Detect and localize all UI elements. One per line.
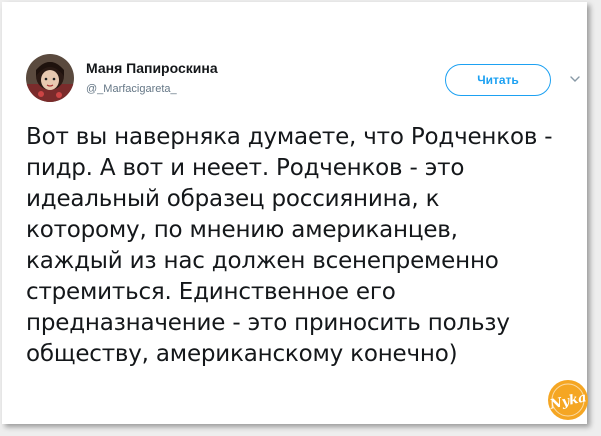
tweet-text-line: стремиться. Единственное его <box>26 279 396 305</box>
watermark-logo: Nyka <box>548 380 588 420</box>
tweet-text-line: предназначение - это приносить пользу <box>26 310 510 336</box>
author-handle[interactable]: @_Marfacigareta_ <box>86 83 177 95</box>
tweet-text-line: пидр. А вот и нееет. Родченков - это <box>26 155 465 181</box>
tweet-text-line: Вот вы наверняка думаете, что Родченков … <box>26 124 553 150</box>
chevron-down-icon[interactable] <box>569 74 581 84</box>
tweet-text-line: каждый из нас должен всенепременно <box>26 248 499 274</box>
tweet-text: Вот вы наверняка думаете, что Родченков … <box>26 122 586 370</box>
tweet-card: Маня Папироскина @_Marfacigareta_ Читать… <box>2 2 588 424</box>
tweet-text-line: обществу, американскому конечно) <box>26 341 458 367</box>
avatar-image <box>26 54 74 102</box>
tweet-text-line: которому, по мнению американцев, <box>26 217 458 243</box>
avatar[interactable] <box>26 54 74 102</box>
follow-button[interactable]: Читать <box>445 64 551 96</box>
tweet-text-line: идеальный образец россиянина, к <box>26 186 440 212</box>
author-display-name[interactable]: Маня Папироскина <box>86 60 218 76</box>
